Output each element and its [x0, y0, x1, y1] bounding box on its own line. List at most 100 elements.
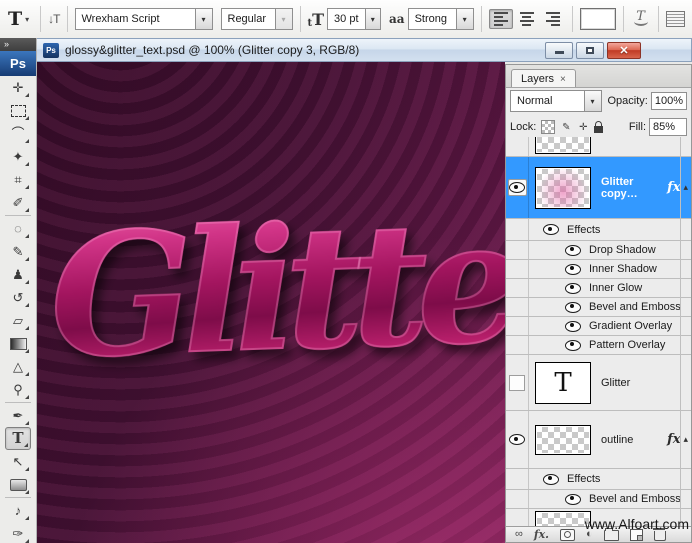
effect-row-bevel-emboss[interactable]: Bevel and Emboss — [506, 298, 691, 317]
visibility-gutter[interactable] — [506, 509, 529, 527]
text-layer-thumbnail[interactable]: T — [535, 362, 591, 404]
close-button[interactable]: ✕ — [607, 42, 641, 59]
healing-brush-tool[interactable]: ◌ — [5, 217, 31, 240]
font-family-select[interactable]: Wrexham Script ▾ — [75, 8, 213, 30]
maximize-button[interactable] — [576, 42, 604, 59]
collapse-effects-icon[interactable]: ▴ — [683, 182, 688, 193]
effects-header-row[interactable]: Effects — [506, 219, 691, 241]
align-right-button[interactable] — [541, 9, 565, 29]
layer-thumbnail[interactable] — [535, 425, 591, 455]
lasso-tool[interactable]: ⌒ — [5, 122, 31, 145]
move-tool[interactable]: ✛ — [5, 76, 31, 99]
eraser-tool[interactable]: ▱ — [5, 309, 31, 332]
crop-tool[interactable]: ⌗ — [5, 168, 31, 191]
effect-row-inner-shadow[interactable]: Inner Shadow — [506, 260, 691, 279]
eyedropper-tool[interactable]: ✑ — [5, 522, 31, 543]
layer-row-glitter-text[interactable]: T Glitter — [506, 355, 691, 411]
chevron-down-icon[interactable]: ▾ — [456, 9, 473, 29]
eye-icon[interactable] — [543, 224, 559, 235]
add-layer-mask-button[interactable] — [560, 529, 575, 541]
visibility-gutter[interactable] — [506, 157, 529, 218]
layer-row-glitter-copy[interactable]: Glitter copy… fx ▴ — [506, 157, 691, 219]
tab-layers[interactable]: Layers × — [511, 69, 576, 87]
opacity-input[interactable]: 100% — [651, 92, 687, 110]
audio-annotation-tool[interactable]: ♪ — [5, 499, 31, 522]
effect-row-bevel-emboss-outline[interactable]: Bevel and Emboss — [506, 490, 691, 509]
visibility-gutter[interactable] — [506, 137, 529, 156]
delete-layer-button[interactable] — [654, 531, 666, 541]
eye-icon[interactable] — [565, 321, 581, 332]
layer-row-partial-top[interactable] — [506, 137, 691, 157]
divider — [5, 402, 31, 403]
chevron-down-icon[interactable]: ▾ — [365, 9, 381, 29]
chevron-down-icon[interactable]: ▾ — [584, 91, 601, 111]
fx-badge[interactable]: fx — [667, 180, 680, 195]
layer-thumbnail[interactable] — [535, 137, 591, 154]
marquee-tool[interactable] — [5, 99, 31, 122]
fill-input[interactable]: 85% — [649, 118, 687, 136]
effect-row-pattern-overlay[interactable]: Pattern Overlay — [506, 336, 691, 355]
lock-pixels-button[interactable]: ✎ — [560, 121, 572, 133]
dock-collapse-arrows[interactable]: » — [0, 38, 36, 51]
clone-stamp-tool[interactable]: ♟ — [5, 263, 31, 286]
eye-icon[interactable] — [565, 264, 581, 275]
type-tool[interactable]: T — [5, 427, 31, 450]
visibility-gutter[interactable] — [506, 411, 529, 468]
text-color-swatch[interactable] — [580, 8, 616, 30]
eye-icon[interactable] — [565, 340, 581, 351]
text-orientation-button[interactable]: ↓T — [48, 12, 59, 26]
document-titlebar[interactable]: Ps glossy&glitter_text.psd @ 100% (Glitt… — [36, 38, 692, 62]
document-canvas[interactable]: Glitte — [36, 62, 505, 543]
effect-row-inner-glow[interactable]: Inner Glow — [506, 279, 691, 298]
layer-thumbnail[interactable] — [535, 167, 591, 209]
visibility-toggle-off[interactable] — [509, 375, 525, 391]
path-selection-tool[interactable]: ↖ — [5, 450, 31, 473]
type-layer-icon: T — [554, 368, 571, 398]
divider — [300, 6, 301, 32]
eye-icon[interactable] — [565, 245, 581, 256]
font-size-select[interactable]: 30 pt ▾ — [327, 8, 381, 30]
anti-alias-select[interactable]: Strong ▾ — [408, 8, 474, 30]
gradient-tool[interactable] — [5, 332, 31, 355]
link-layers-button[interactable]: ∞ — [515, 529, 523, 541]
tab-close-icon[interactable]: × — [560, 74, 566, 85]
eye-icon[interactable] — [509, 434, 525, 445]
visibility-gutter — [506, 241, 529, 259]
visibility-gutter — [506, 260, 529, 278]
eye-icon[interactable] — [565, 283, 581, 294]
magic-wand-tool[interactable]: ✦ — [5, 145, 31, 168]
font-style-select[interactable]: Regular ▾ — [221, 8, 293, 30]
brush-tool[interactable]: ✎ — [5, 240, 31, 263]
minimize-button[interactable] — [545, 42, 573, 59]
effects-header-row[interactable]: Effects — [506, 469, 691, 490]
tool-preset-picker[interactable]: T ▾ — [4, 6, 33, 32]
toggle-palettes-button[interactable] — [666, 11, 685, 27]
lock-transparency-button[interactable] — [541, 120, 555, 134]
lock-position-button[interactable]: ✛ — [577, 121, 589, 133]
effect-row-gradient-overlay[interactable]: Gradient Overlay — [506, 317, 691, 336]
fx-badge[interactable]: fx — [667, 432, 680, 447]
pen-tool[interactable]: ✒ — [5, 404, 31, 427]
warp-text-button[interactable]: T — [631, 9, 651, 29]
dodge-tool[interactable]: ⚲ — [5, 378, 31, 401]
chevron-down-icon[interactable]: ▾ — [195, 9, 212, 29]
lock-label: Lock: — [510, 121, 536, 133]
slice-tool[interactable]: ✐ — [5, 191, 31, 214]
eye-icon[interactable] — [543, 474, 559, 485]
visibility-toggle[interactable] — [508, 179, 527, 196]
collapse-effects-icon[interactable]: ▴ — [683, 434, 688, 445]
align-center-button[interactable] — [515, 9, 539, 29]
layer-row-outline[interactable]: outline fx ▴ — [506, 411, 691, 469]
add-layer-style-button[interactable]: fx. — [534, 529, 549, 541]
eye-icon[interactable] — [565, 302, 581, 313]
blur-tool[interactable]: △ — [5, 355, 31, 378]
eye-icon[interactable] — [565, 494, 581, 505]
align-left-button[interactable] — [489, 9, 513, 29]
layer-thumbnail[interactable] — [535, 511, 591, 527]
shape-tool[interactable] — [5, 473, 31, 496]
effect-row-drop-shadow[interactable]: Drop Shadow — [506, 241, 691, 260]
history-brush-tool[interactable]: ↺ — [5, 286, 31, 309]
lock-all-button[interactable] — [594, 126, 603, 133]
visibility-gutter[interactable] — [506, 355, 529, 410]
blend-mode-select[interactable]: Normal ▾ — [510, 90, 602, 112]
